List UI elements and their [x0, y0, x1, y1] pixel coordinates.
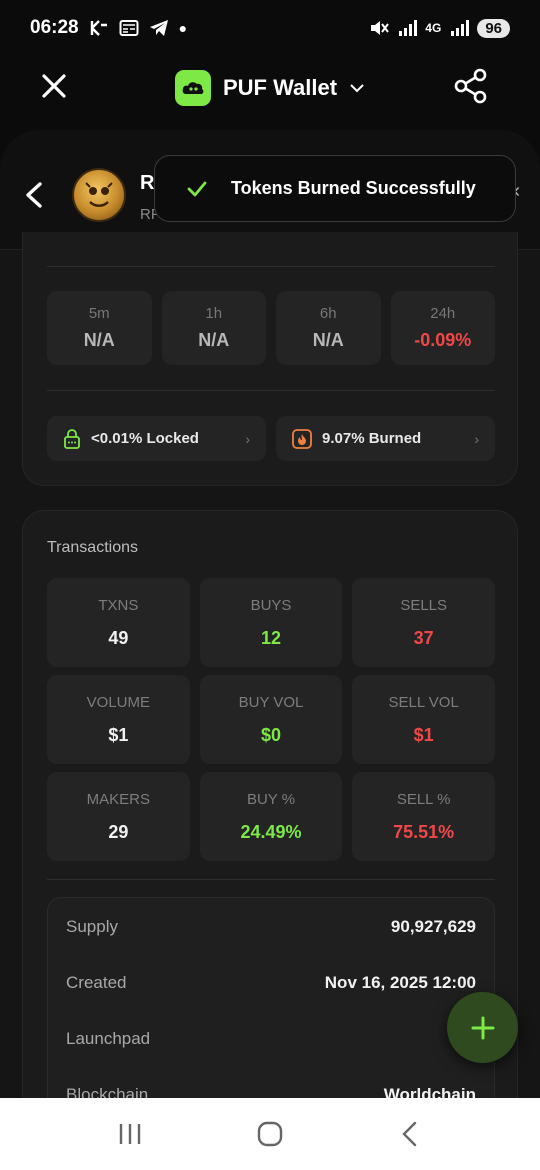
stat-value: $1 [413, 724, 434, 745]
stat-label: SELLS [400, 596, 448, 614]
stat-label: SELL % [396, 790, 451, 808]
puf-logo-icon [174, 70, 211, 106]
info-value: 90,927,629 [390, 917, 476, 936]
stat-value: 37 [413, 627, 434, 648]
back-chevron-icon[interactable] [22, 180, 46, 210]
share-icon[interactable] [454, 68, 488, 104]
locked-label: <0.01% Locked [91, 430, 199, 447]
signal-icon-2 [451, 20, 470, 36]
burned-label: 9.07% Burned [322, 430, 422, 447]
lock-icon [64, 428, 80, 449]
timeframe-label: 1h [205, 305, 223, 322]
stat-cell: SELL VOL $1 [352, 675, 495, 764]
stat-value: $1 [108, 724, 129, 745]
info-label: Launchpad [66, 1029, 151, 1048]
stat-label: MAKERS [86, 790, 150, 808]
wallet-selector[interactable]: PUF Wallet [174, 70, 365, 106]
back-icon [402, 1121, 417, 1147]
token-avatar [72, 168, 126, 222]
locked-pill[interactable]: <0.01% Locked › [47, 416, 266, 461]
stat-cell: BUY % 24.49% [199, 772, 343, 861]
stat-value: 12 [260, 627, 281, 648]
divider [47, 879, 495, 880]
toast-message: Tokens Burned Successfully [231, 178, 476, 198]
info-row-created: Created Nov 16, 2025 12:00 [66, 973, 476, 993]
system-nav-bar [0, 1098, 540, 1170]
stat-label: TXNS [98, 596, 139, 614]
telegram-icon [149, 20, 168, 36]
info-value: Nov 16, 2025 12:00 [324, 973, 476, 992]
app-header: PUF Wallet [0, 56, 540, 120]
wallet-name: PUF Wallet [222, 75, 338, 100]
chevron-down-icon [350, 84, 364, 93]
stat-cell: SELL % 75.51% [352, 772, 495, 861]
timeframe-label: 24h [430, 305, 456, 322]
check-icon [187, 181, 207, 196]
news-icon [119, 20, 139, 36]
battery-indicator: 96 [477, 18, 510, 38]
signal-icon [399, 20, 418, 36]
app-notification-icon [90, 20, 107, 36]
back-button[interactable] [390, 1114, 430, 1154]
stat-label: VOLUME [86, 693, 150, 711]
timeframe-cell[interactable]: 1h N/A [161, 291, 266, 365]
success-toast: Tokens Burned Successfully [154, 155, 516, 222]
transactions-grid: TXNS 49 BUYS 12 SELLS 37 VOLUME $1 BUY VOL $0… [47, 578, 495, 861]
dot-icon: ● [178, 20, 188, 36]
timeframe-cell[interactable]: 5m N/A [47, 291, 152, 365]
timeframe-value: N/A [198, 330, 230, 350]
stat-label: BUY VOL [238, 693, 304, 711]
timeframe-grid: 5m N/A 1h N/A 6h N/A 24h -0.09% [47, 291, 495, 365]
stat-cell: SELLS 37 [352, 578, 495, 667]
transactions-title: Transactions [47, 539, 138, 556]
flame-icon [292, 428, 312, 449]
stat-value: 29 [108, 821, 129, 842]
recent-apps-icon [119, 1124, 141, 1144]
burned-pill[interactable]: 9.07% Burned › [276, 416, 495, 461]
stat-cell: BUY VOL $0 [199, 675, 343, 764]
info-label: Supply [66, 917, 118, 936]
info-row-launchpad: Launchpad P [66, 1029, 476, 1049]
timeframe-value: -0.09% [414, 330, 472, 350]
divider [47, 266, 495, 267]
network-type: 4G [425, 21, 442, 35]
info-row-supply: Supply 90,927,629 [66, 917, 476, 937]
stat-cell: VOLUME $1 [47, 675, 190, 764]
stat-label: BUY % [246, 790, 296, 808]
supply-status-row: <0.01% Locked › 9.07% Burned › [47, 416, 495, 461]
stat-cell: MAKERS 29 [47, 772, 190, 861]
stat-cell: TXNS 49 [47, 578, 190, 667]
timeframe-cell[interactable]: 24h -0.09% [390, 291, 495, 365]
chevron-right-icon: › [245, 430, 250, 447]
home-icon [257, 1121, 283, 1147]
mute-icon [371, 21, 390, 35]
transactions-card: Transactions TXNS 49 BUYS 12 SELLS 37 VOLUM… [22, 510, 518, 1150]
timeframe-label: 5m [88, 305, 110, 322]
timeframe-label: 6h [319, 305, 337, 322]
timeframe-value: N/A [312, 330, 344, 350]
recent-apps-button[interactable] [110, 1114, 150, 1154]
price-change-card: 5m N/A 1h N/A 6h N/A 24h -0.09% <0.01% L… [22, 232, 518, 486]
info-label: Created [66, 973, 127, 992]
stat-value: $0 [260, 724, 281, 745]
stat-cell: BUYS 12 [199, 578, 343, 667]
status-bar: 06:28 ● 4G 96 [0, 0, 540, 56]
stat-label: BUYS [250, 596, 292, 614]
token-name: R [140, 172, 155, 194]
plus-icon [471, 1016, 494, 1039]
stat-value: 49 [108, 627, 129, 648]
divider [47, 390, 495, 391]
add-fab-button[interactable] [447, 992, 518, 1063]
home-button[interactable] [250, 1114, 290, 1154]
stat-label: SELL VOL [388, 693, 459, 711]
close-icon[interactable] [38, 70, 70, 102]
stat-value: 24.49% [240, 821, 302, 842]
timeframe-value: N/A [83, 330, 115, 350]
status-time: 06:28 [30, 17, 79, 38]
stat-value: 75.51% [393, 821, 455, 842]
timeframe-cell[interactable]: 6h N/A [276, 291, 381, 365]
chevron-right-icon: › [474, 430, 479, 447]
